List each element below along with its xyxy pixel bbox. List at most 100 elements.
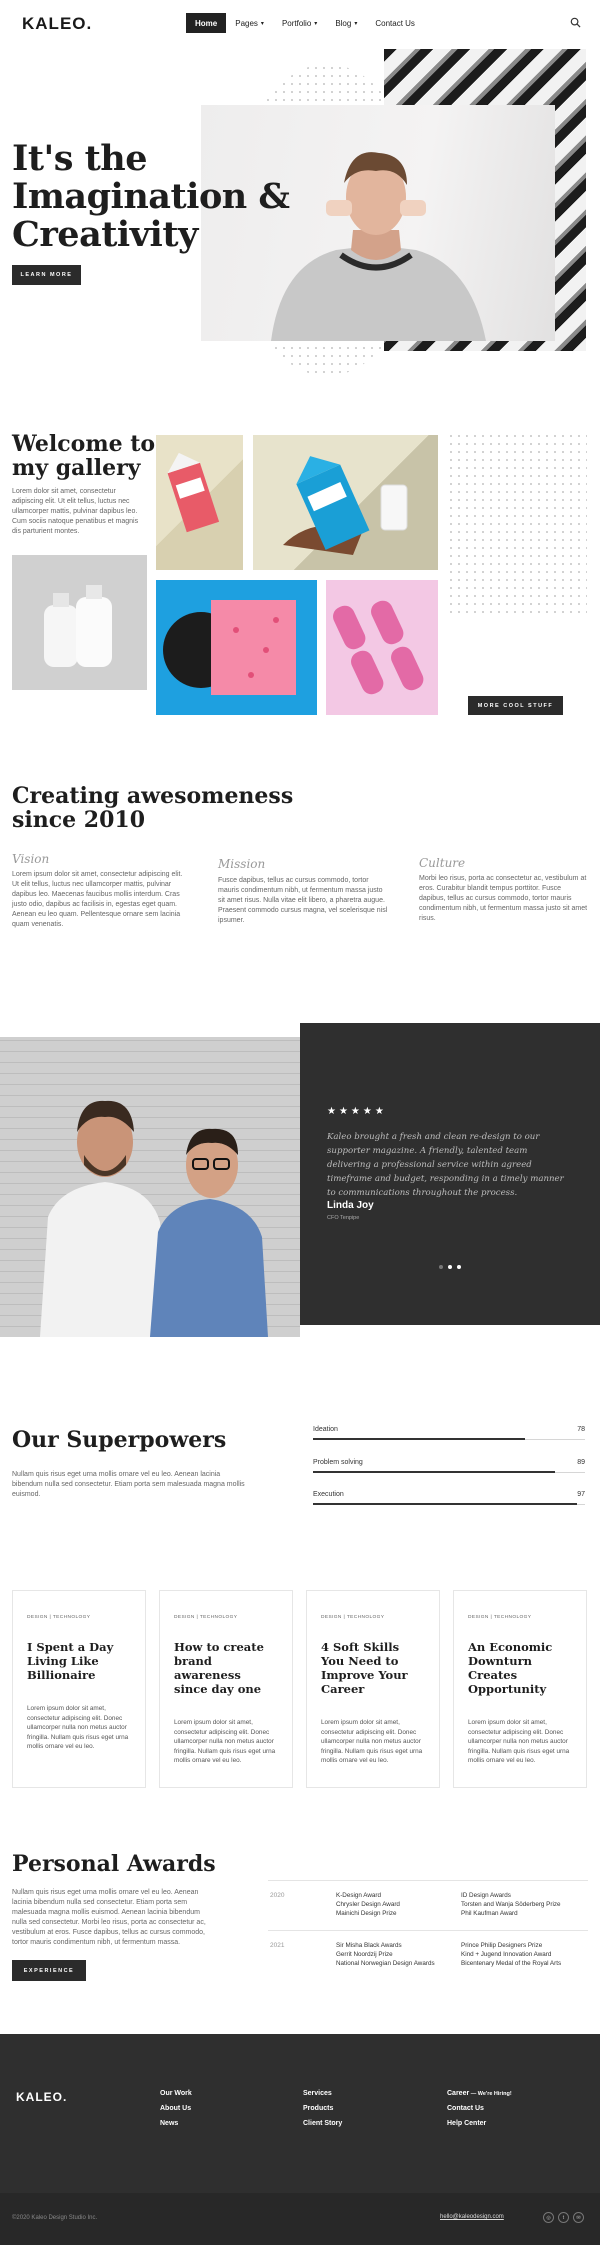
awards-title: Personal Awards	[12, 1851, 216, 1877]
card-title[interactable]: How to create brand awareness since day …	[174, 1640, 278, 1696]
blog-card[interactable]: DESIGN | TECHNOLOGY An Economic Downturn…	[453, 1590, 587, 1788]
card-excerpt: Lorem ipsum dolor sit amet, consectetur …	[468, 1719, 570, 1764]
award-item: Prince Philip Designers Prize	[461, 1942, 543, 1949]
award-year: 2020	[270, 1892, 285, 1899]
testimonial-role: CFO Tenpipe	[327, 1215, 360, 1221]
superpowers-text: Nullam quis risus eget urna mollis ornar…	[12, 1471, 245, 1498]
more-cool-stuff-button[interactable]: MORE COOL STUFF	[468, 696, 563, 715]
footer-logo[interactable]: KALEO.	[16, 2090, 67, 2104]
footer-link[interactable]: Help Center	[447, 2120, 512, 2127]
award-list: Prince Philip Designers Prize Kind + Jug…	[461, 1941, 561, 1968]
testimonial-author: Linda Joy	[327, 1200, 374, 1211]
hiring-note: — We're Hiring!	[469, 2091, 512, 2097]
gallery-title-line: Welcome to	[12, 431, 156, 457]
nav-label: Pages	[235, 18, 258, 28]
vision-text: Lorem ipsum dolor sit amet, consectetur …	[12, 871, 183, 928]
award-item: Sir Misha Black Awards	[336, 1942, 402, 1949]
dribbble-icon[interactable]: ◎	[543, 2212, 554, 2223]
main-nav: Home Pages ▾ Portfolio ▾ Blog ▾ Contact Us	[186, 13, 424, 33]
card-title[interactable]: An Economic Downturn Creates Opportunity	[468, 1640, 572, 1696]
footer-link-career[interactable]: Career — We're Hiring!	[447, 2090, 512, 2097]
footer-email-link[interactable]: hello@kaleodesign.com	[440, 2214, 504, 2220]
learn-more-button[interactable]: LEARN MORE	[12, 265, 81, 285]
twitter-icon[interactable]: t	[558, 2212, 569, 2223]
gallery-image-vinyl-pink[interactable]	[156, 580, 317, 715]
skill-bar: Execution 97	[313, 1491, 585, 1505]
hero-title-line: Imagination &	[12, 176, 290, 217]
awards-divider	[268, 1930, 588, 1931]
gallery-image-bottles[interactable]	[12, 555, 147, 690]
footer-link[interactable]: Products	[303, 2105, 342, 2112]
chevron-down-icon: ▾	[354, 20, 358, 27]
card-category: DESIGN | TECHNOLOGY	[321, 1615, 385, 1620]
site-logo[interactable]: KALEO.	[22, 14, 92, 34]
mail-icon[interactable]: ✉	[573, 2212, 584, 2223]
card-title[interactable]: I Spent a Day Living Like Billionaire	[27, 1640, 131, 1682]
blog-card[interactable]: DESIGN | TECHNOLOGY How to create brand …	[159, 1590, 293, 1788]
skill-fill	[313, 1438, 526, 1440]
skill-value: 78	[577, 1426, 585, 1433]
card-excerpt: Lorem ipsum dolor sit amet, consectetur …	[174, 1719, 276, 1764]
award-item: Bicentenary Medal of the Royal Arts	[461, 1960, 562, 1967]
gallery-image-milk-pink[interactable]	[156, 435, 243, 570]
skill-track	[313, 1471, 585, 1473]
gallery-title: Welcome to my gallery	[12, 432, 155, 480]
footer-link[interactable]: Our Work	[160, 2090, 192, 2097]
blog-card[interactable]: DESIGN | TECHNOLOGY 4 Soft Skills You Ne…	[306, 1590, 440, 1788]
footer-link-label: Career	[447, 2090, 470, 2097]
nav-home[interactable]: Home	[186, 13, 227, 33]
chevron-down-icon: ▾	[260, 20, 264, 27]
award-list: K-Design Award Chrysler Design Award Mai…	[336, 1891, 400, 1918]
slider-dots	[439, 1265, 461, 1269]
testimonial-quote: Kaleo brought a fresh and clean re-desig…	[327, 1132, 564, 1198]
skill-bar: Problem solving 89	[313, 1459, 585, 1473]
rating-stars-icon: ★★★★★	[327, 1106, 387, 1117]
chevron-down-icon: ▾	[314, 20, 318, 27]
slider-dot-active[interactable]	[448, 1265, 452, 1269]
slider-dot[interactable]	[439, 1265, 443, 1269]
skill-value: 89	[577, 1459, 585, 1466]
nav-pages[interactable]: Pages ▾	[226, 13, 273, 33]
footer-col-2: Services Products Client Story	[303, 2090, 342, 2127]
hero-title: It's the Imagination & Creativity	[12, 140, 290, 254]
search-icon[interactable]	[570, 17, 581, 28]
footer-link[interactable]: Contact Us	[447, 2105, 512, 2112]
copyright-text: ©2020 Kaleo Design Studio Inc.	[12, 2215, 98, 2221]
footer-link[interactable]: Client Story	[303, 2120, 342, 2127]
skill-label: Ideation	[313, 1426, 338, 1433]
award-item: Mainichi Design Prize	[336, 1910, 397, 1917]
vision-heading: Vision	[12, 852, 50, 866]
gallery-title-line: my gallery	[12, 455, 141, 481]
award-item: Chrysler Design Award	[336, 1901, 400, 1908]
awards-text: Nullam quis risus eget urna mollis ornar…	[12, 1889, 206, 1946]
skill-fill	[313, 1503, 577, 1505]
skill-label: Problem solving	[313, 1459, 363, 1466]
experience-button[interactable]: EXPERIENCE	[12, 1960, 86, 1981]
nav-contact[interactable]: Contact Us	[366, 13, 424, 33]
nav-blog[interactable]: Blog ▾	[326, 13, 366, 33]
footer-link[interactable]: News	[160, 2120, 192, 2127]
hero-title-line: Creativity	[12, 214, 198, 255]
slider-dot[interactable]	[457, 1265, 461, 1269]
award-year: 2021	[270, 1942, 285, 1949]
nav-label: Portfolio	[281, 18, 312, 28]
mission-heading: Mission	[218, 857, 266, 871]
footer-link[interactable]: About Us	[160, 2105, 192, 2112]
skill-track	[313, 1438, 585, 1440]
card-category: DESIGN | TECHNOLOGY	[27, 1615, 91, 1620]
culture-heading: Culture	[419, 856, 466, 870]
nav-portfolio[interactable]: Portfolio ▾	[273, 13, 326, 33]
skill-label: Execution	[313, 1491, 344, 1498]
creating-title-line: Creating awesomeness	[12, 783, 294, 809]
card-title[interactable]: 4 Soft Skills You Need to Improve Your C…	[321, 1640, 425, 1696]
blog-card[interactable]: DESIGN | TECHNOLOGY I Spent a Day Living…	[12, 1590, 146, 1788]
team-photo	[0, 1037, 300, 1337]
gallery-image-milk-blue[interactable]	[253, 435, 438, 570]
gallery-image-popsicles[interactable]	[326, 580, 438, 715]
hero-title-line: It's the	[12, 138, 148, 179]
footer-link[interactable]: Services	[303, 2090, 342, 2097]
skill-track	[313, 1503, 585, 1505]
award-item: K-Design Award	[336, 1892, 382, 1899]
award-list: Sir Misha Black Awards Gerrit Noordzij P…	[336, 1941, 435, 1968]
footer-col-3: Career — We're Hiring! Contact Us Help C…	[447, 2090, 512, 2127]
